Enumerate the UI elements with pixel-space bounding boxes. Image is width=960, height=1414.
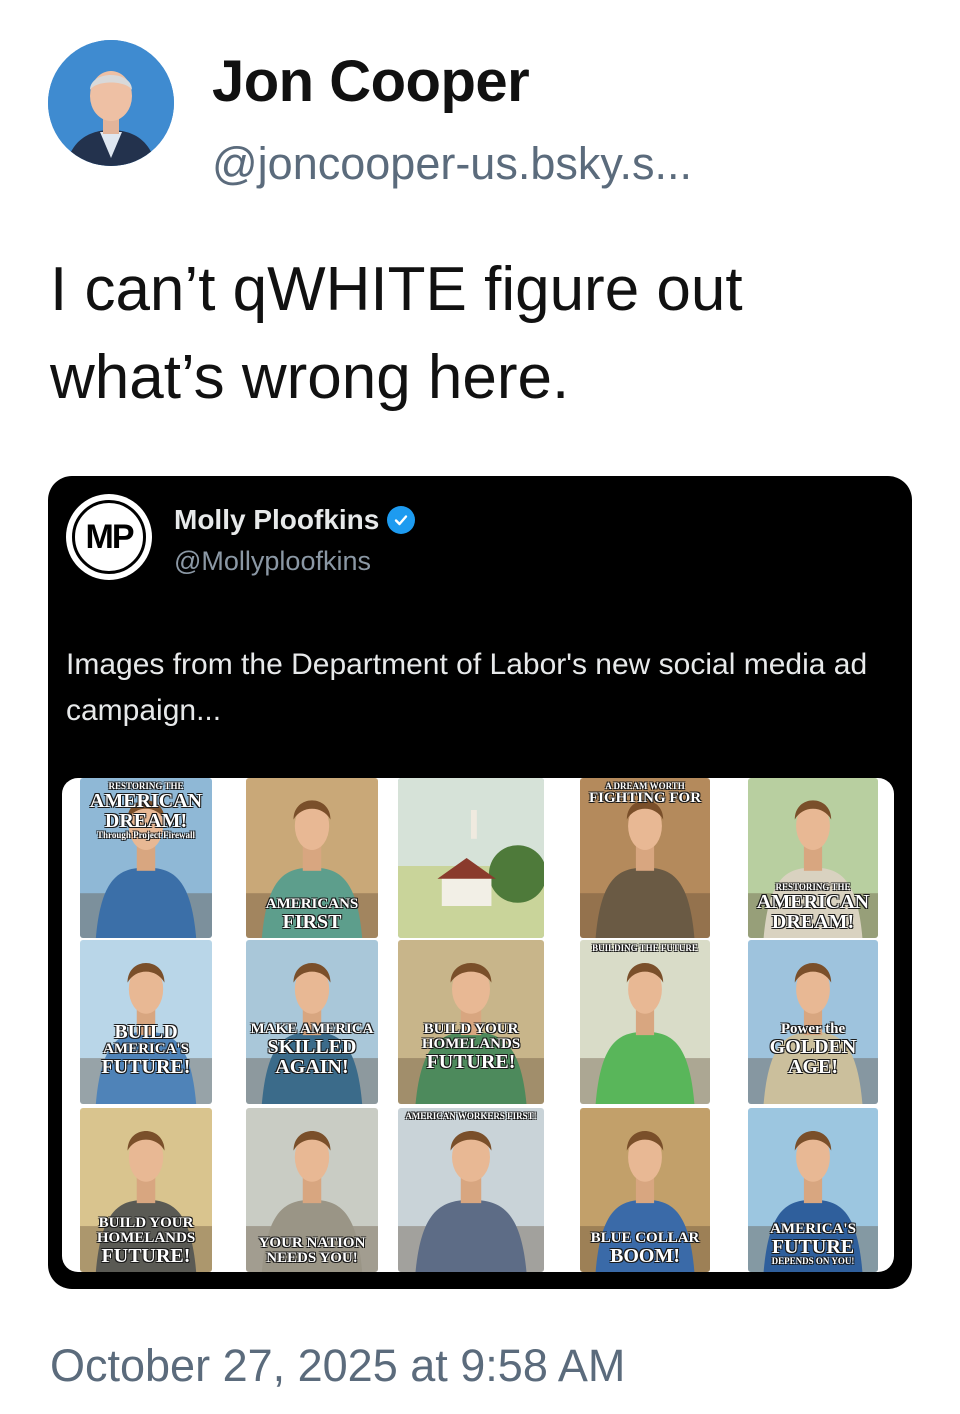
author-handle[interactable]: @joncooper-us.bsky.s... (212, 138, 692, 190)
poster-caption-line: AMERICA'S (770, 1221, 856, 1237)
poster-caption-line: BUILDING THE FUTURE (592, 943, 698, 953)
poster-7: MAKE AMERICA SKILLED AGAIN! (246, 940, 378, 1104)
embedded-post-image[interactable]: MP Molly Ploofkins @Mollyploofkins Image… (48, 476, 912, 1289)
poster-caption: RESTORING THE AMERICAN DREAM! (748, 883, 878, 933)
post-text: I can’t qWHITE figure out what’s wrong h… (50, 255, 743, 412)
poster-caption: Power the GOLDEN AGE! (748, 1021, 878, 1078)
poster-caption-line: DEPENDS ON YOU! (771, 1256, 855, 1266)
poster-1: RESTORING THE AMERICAN DREAM! Through Proje… (80, 778, 212, 938)
poster-caption-line: AMERICAN (89, 790, 203, 812)
poster-caption-line: FIRST (282, 911, 342, 933)
poster-caption-line: FUTURE! (426, 1051, 516, 1073)
poster-caption-line: Power the (780, 1021, 846, 1037)
poster-caption-line: AMERICAN (756, 891, 870, 913)
poster-caption: BLUE COLLAR BOOM! (580, 1230, 710, 1267)
poster-caption: BUILD AMERICA'S FUTURE! (80, 1022, 212, 1077)
author-avatar[interactable] (48, 40, 174, 166)
poster-10: Power the GOLDEN AGE! (748, 940, 878, 1104)
poster-11: BUILD YOUR HOMELANDS FUTURE! (80, 1108, 212, 1272)
poster-caption: BUILD YOUR HOMELANDS FUTURE! (398, 1021, 544, 1073)
poster-4: A DREAM WORTH FIGHTING FOR (580, 778, 710, 938)
poster-14: BLUE COLLAR BOOM! (580, 1108, 710, 1272)
poster-caption-line: SKILLED (267, 1036, 357, 1058)
poster-caption: MAKE AMERICA SKILLED AGAIN! (246, 1021, 378, 1078)
poster-caption-line: MAKE AMERICA (250, 1021, 374, 1037)
poster-6: BUILD AMERICA'S FUTURE! (80, 940, 212, 1104)
author-name[interactable]: Jon Cooper (212, 48, 530, 115)
poster-grid: RESTORING THE AMERICAN DREAM! Through Proje… (62, 778, 894, 1272)
poster-caption: YOUR NATION NEEDS YOU! (246, 1236, 378, 1266)
poster-caption-line: BUILD YOUR (423, 1021, 519, 1037)
poster-caption-line: AMERICAN WORKERS FIRST! (405, 1111, 537, 1121)
poster-8: BUILD YOUR HOMELANDS FUTURE! (398, 940, 544, 1104)
embedded-author-name: Molly Ploofkins (174, 504, 380, 535)
poster-caption-line: FUTURE (771, 1236, 855, 1258)
poster-caption: AMERICA'S FUTURE DEPENDS ON YOU! (748, 1222, 878, 1266)
poster-caption-line: FIGHTING FOR (588, 790, 702, 806)
poster-5: RESTORING THE AMERICAN DREAM! (748, 778, 878, 938)
poster-caption-line: BUILD (114, 1021, 178, 1043)
verified-badge-icon (387, 506, 416, 534)
poster-2: AMERICANS FIRST (246, 778, 378, 938)
poster-caption-line: DREAM! (771, 911, 855, 933)
poster-caption-line: AGAIN! (275, 1056, 349, 1078)
poster-caption-line: BLUE COLLAR (590, 1230, 700, 1246)
poster-caption: AMERICANS FIRST (246, 896, 378, 933)
poster-caption-line: BUILD YOUR (98, 1215, 194, 1231)
embedded-avatar: MP (66, 494, 152, 580)
poster-3 (398, 778, 544, 938)
poster-9: BUILDING THE FUTURE (580, 940, 710, 1104)
poster-caption-line: GOLDEN (769, 1036, 857, 1058)
embedded-author-name-row: Molly Ploofkins (174, 504, 416, 536)
poster-12: YOUR NATION NEEDS YOU! (246, 1108, 378, 1272)
post-timestamp[interactable]: October 27, 2025 at 9:58 AM (50, 1340, 625, 1392)
poster-caption-line: NEEDS YOU! (266, 1250, 358, 1266)
poster-caption-line: HOMELANDS (96, 1230, 196, 1246)
poster-caption-line: AMERICA'S (103, 1041, 189, 1057)
poster-caption-line: FUTURE! (101, 1056, 191, 1078)
poster-caption-line: AMERICANS (265, 896, 359, 912)
poster-caption-line: YOUR NATION (258, 1235, 366, 1251)
poster-caption: AMERICAN WORKERS FIRST! (398, 1112, 544, 1121)
poster-caption: BUILDING THE FUTURE (580, 944, 710, 953)
poster-caption: A DREAM WORTH FIGHTING FOR (580, 782, 710, 806)
poster-caption-line: HOMELANDS (421, 1036, 521, 1052)
poster-caption: BUILD YOUR HOMELANDS FUTURE! (80, 1215, 212, 1267)
embedded-author-handle: @Mollyploofkins (174, 546, 371, 576)
poster-caption-line: FUTURE! (101, 1245, 191, 1267)
embedded-avatar-logo: MP (72, 500, 146, 574)
poster-caption-line: DREAM! (104, 810, 188, 832)
embedded-post-text: Images from the Department of Labor's ne… (66, 648, 868, 727)
poster-13: AMERICAN WORKERS FIRST! (398, 1108, 544, 1272)
poster-caption-line: Through Project Firewall (97, 830, 195, 840)
poster-caption: RESTORING THE AMERICAN DREAM! Through Proje… (80, 782, 212, 840)
poster-caption-line: AGE! (788, 1056, 838, 1078)
poster-caption-line: BOOM! (610, 1245, 680, 1267)
poster-15: AMERICA'S FUTURE DEPENDS ON YOU! (748, 1108, 878, 1272)
